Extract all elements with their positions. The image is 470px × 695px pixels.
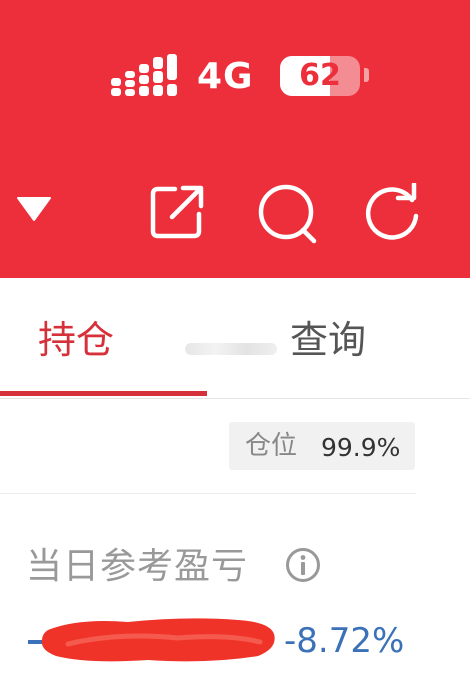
info-icon[interactable] [285,547,321,583]
battery-tip [364,68,369,82]
position-ratio-badge: 仓位 99.9% [229,422,415,470]
signal-strength-icon [111,54,177,96]
position-value: 99.9% [321,433,401,462]
tab-query[interactable]: 查询 [290,316,366,364]
daily-pl-row: -8.72% [0,612,470,668]
tab-holdings[interactable]: 持仓 [38,316,114,364]
app-header: 4G 62 [0,0,470,278]
tab-bar: 持仓 查询 [0,278,470,399]
redaction-mark [41,618,275,662]
dropdown-triangle-icon[interactable] [16,196,52,222]
share-icon[interactable] [148,183,206,241]
section-divider [0,493,416,494]
blurred-tab-label [185,343,277,355]
daily-pl-label: 当日参考盈亏 [26,546,249,587]
daily-pl-percent: -8.72% [284,621,405,661]
network-type: 4G [197,56,254,97]
search-icon[interactable] [255,183,321,245]
position-label: 仓位 [245,431,298,461]
refresh-icon[interactable] [361,183,425,245]
battery-indicator: 62 [280,56,360,96]
active-tab-indicator [0,391,207,396]
battery-percent: 62 [299,58,341,93]
